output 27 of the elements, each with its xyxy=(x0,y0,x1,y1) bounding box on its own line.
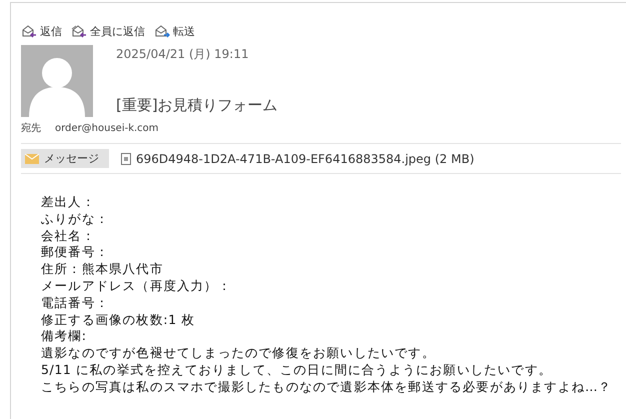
attachment-file[interactable]: 696D4948-1D2A-471B-A109-EF6416883584.jpeg (2 MB) xyxy=(117,149,478,168)
message-tab[interactable]: メッセージ xyxy=(21,149,109,168)
body-line: 会社名： xyxy=(41,228,96,244)
reply-button[interactable]: 返信 xyxy=(21,24,62,38)
reply-all-button[interactable]: 全員に返信 xyxy=(71,24,145,38)
envelope-icon xyxy=(154,24,170,38)
forward-button[interactable]: 転送 xyxy=(154,24,195,38)
to-label: 宛先 xyxy=(21,122,41,135)
body-line: 遺影なのですが色褪せてしまったので修復をお願いしたいです。 xyxy=(41,345,436,362)
envelope-icon xyxy=(25,154,39,164)
body-line: こちらの写真は私のスマホで撮影したものなので遺影本体を郵送する必要がありますよね…？ xyxy=(41,378,613,396)
envelope-icon xyxy=(71,24,87,38)
file-icon xyxy=(121,152,131,164)
body-line: 修正する画像の枚数:1 枚 xyxy=(41,312,196,328)
body-line: 備考欄: xyxy=(41,328,88,346)
sent-date: 2025/04/21 (月) 19:11 xyxy=(116,46,250,63)
body-line: 郵便番号： xyxy=(41,244,110,262)
body-line: 住所：熊本県八代市 xyxy=(41,261,164,278)
recipient-address: order@housei-k.com xyxy=(55,123,159,134)
body-line: 差出人： xyxy=(41,194,96,211)
avatar-icon xyxy=(21,45,93,117)
body-line: メールアドレス（再度入力）： xyxy=(41,278,232,295)
subject: [重要]お見積りフォーム xyxy=(116,96,278,115)
envelope-icon xyxy=(21,24,37,38)
body-line: 電話番号： xyxy=(41,294,110,312)
body-line: 5/11 に私の挙式を控えておりまして、この日に間に合うようにお願いしたいです。 xyxy=(41,362,554,379)
body-line: ふりがな： xyxy=(41,210,110,228)
